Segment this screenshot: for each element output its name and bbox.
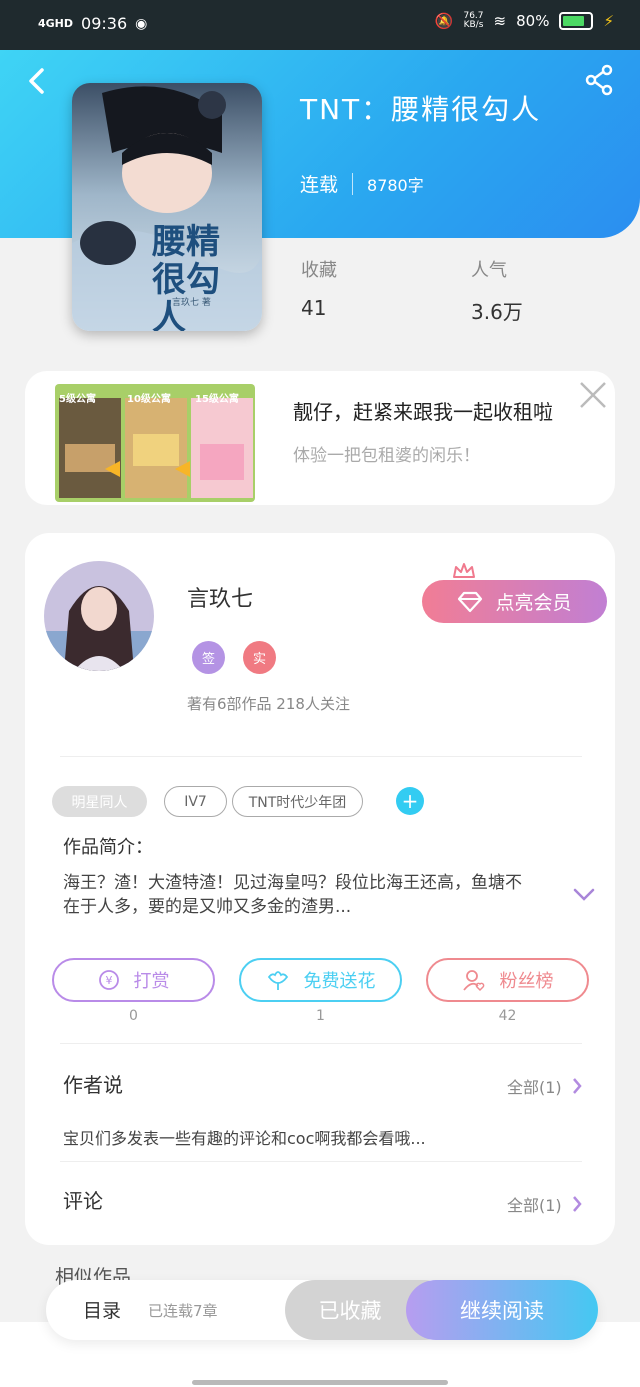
network-indicator: 4GHD	[38, 17, 74, 30]
author-says-heading: 作者说	[63, 1073, 123, 1097]
close-icon	[580, 382, 606, 408]
ad-subtitle: 体验一把包租婆的闲乐！	[293, 446, 480, 466]
book-cover[interactable]: 腰精很勾人 言玖七 著	[72, 83, 262, 331]
favorited-label: 已收藏	[318, 1299, 382, 1323]
verified-badge: 实	[243, 641, 276, 674]
comments-all-link[interactable]: 全部(1)	[507, 1192, 582, 1216]
ad-image: 5级公寓 10级公寓 15级公寓	[55, 384, 255, 502]
cover-title: 腰精很勾人	[152, 222, 220, 331]
tag[interactable]: 明星同人	[52, 786, 147, 817]
ad-image-label: 5级公寓	[59, 394, 96, 405]
avatar[interactable]	[44, 561, 154, 671]
toc-button[interactable]: 目录	[83, 1296, 121, 1323]
battery-icon	[559, 12, 594, 30]
divider	[60, 756, 582, 757]
fan-ranking-label: 粉丝榜	[499, 971, 554, 992]
charging-icon: ⚡	[603, 12, 614, 30]
tip-label: 打赏	[133, 971, 170, 992]
clock: 09:36	[81, 14, 128, 33]
fan-ranking-button[interactable]: 粉丝榜	[426, 958, 589, 1002]
home-indicator[interactable]	[192, 1380, 448, 1385]
detail-card: 言玖七 签 实 著有6部作品 218人关注 点亮会员 明星同人 IV7 TNT时…	[25, 533, 615, 1245]
book-title: TNT：腰精很勾人	[300, 93, 542, 126]
chevron-down-icon[interactable]	[572, 887, 596, 903]
flower-icon	[267, 971, 288, 990]
author-says-all-label: 全部(1)	[507, 1078, 562, 1097]
stat-label: 收藏	[301, 260, 337, 281]
cover-author: 言玖七 著	[172, 298, 211, 308]
network-speed: 76.7 KB/s	[463, 11, 484, 30]
diamond-icon	[458, 591, 483, 612]
ad-title: 靓仔，赶紧来跟我一起收租啦	[293, 400, 553, 424]
stat-favorites: 收藏 41	[301, 256, 337, 320]
weibo-icon: ◉	[135, 15, 148, 32]
tag[interactable]: IV7	[164, 786, 227, 817]
stat-popularity: 人气 3.6万	[471, 256, 523, 325]
stat-value: 41	[301, 296, 327, 320]
free-flower-label: 免费送花	[303, 971, 376, 992]
intro-heading: 作品简介：	[63, 837, 153, 858]
comments-all-label: 全部(1)	[507, 1196, 562, 1215]
book-meta: 连载 8780字	[300, 170, 424, 197]
author-stats: 著有6部作品 218人关注	[187, 695, 350, 713]
author-says-text: 宝贝们多发表一些有趣的评论和coc啊我都会看哦...	[63, 1129, 426, 1148]
chapter-count[interactable]: 已连载7章	[148, 1300, 218, 1321]
bottom-action-bar: 目录 已连载7章 已收藏 继续阅读	[46, 1280, 598, 1340]
chevron-right-icon	[572, 1196, 582, 1212]
yen-icon: ¥	[98, 970, 119, 990]
add-tag-button[interactable]: +	[396, 787, 424, 815]
divider	[60, 1043, 582, 1044]
user-heart-icon	[462, 970, 484, 992]
author-says-all-link[interactable]: 全部(1)	[507, 1074, 582, 1098]
back-button[interactable]	[24, 66, 54, 96]
stat-value: 3.6万	[471, 300, 523, 324]
author-name[interactable]: 言玖七	[187, 581, 253, 613]
tip-count: 0	[129, 1008, 138, 1024]
wifi-icon: ≋	[493, 12, 507, 30]
continue-reading-label: 继续阅读	[460, 1299, 544, 1323]
status-bar: 4GHD 09:36 ◉ 🔕 76.7 KB/s ≋ 80% ⚡	[0, 0, 640, 50]
crown-icon	[453, 563, 475, 578]
meta-divider	[352, 172, 354, 195]
tip-button[interactable]: ¥ 打赏	[52, 958, 215, 1002]
free-flower-button[interactable]: 免费送花	[239, 958, 402, 1002]
ad-banner[interactable]: 5级公寓 10级公寓 15级公寓 靓仔，赶紧来跟我一起收租啦 体验一把包租婆的闲…	[25, 371, 615, 505]
word-count: 8780字	[367, 175, 424, 195]
stat-label: 人气	[471, 260, 507, 281]
chevron-left-icon	[29, 68, 44, 94]
serial-status: 连载	[300, 174, 339, 196]
fan-count: 42	[498, 1008, 517, 1024]
vip-button[interactable]: 点亮会员	[422, 580, 607, 623]
battery-percent: 80%	[516, 12, 550, 30]
intro-text: 海王？渣！大渣特渣！见过海皇吗？段位比海王还高，鱼塘不在于人多，要的是又帅又多金…	[63, 873, 522, 917]
ad-image-label: 15级公寓	[195, 394, 239, 405]
continue-reading-button[interactable]: 继续阅读	[406, 1280, 598, 1340]
vip-button-label: 点亮会员	[495, 592, 572, 614]
ad-image-label: 10级公寓	[127, 394, 171, 405]
chevron-right-icon	[572, 1078, 582, 1094]
share-button[interactable]	[584, 64, 614, 96]
plus-icon: +	[401, 789, 419, 813]
svg-text:¥: ¥	[105, 974, 112, 987]
mute-icon: 🔕	[434, 12, 454, 30]
share-icon	[585, 64, 613, 96]
signed-badge: 签	[192, 641, 225, 674]
comments-heading: 评论	[63, 1189, 103, 1213]
divider	[60, 1161, 582, 1162]
flower-count: 1	[316, 1008, 325, 1024]
tag[interactable]: TNT时代少年团	[232, 786, 363, 817]
ad-close-button[interactable]	[573, 375, 613, 415]
